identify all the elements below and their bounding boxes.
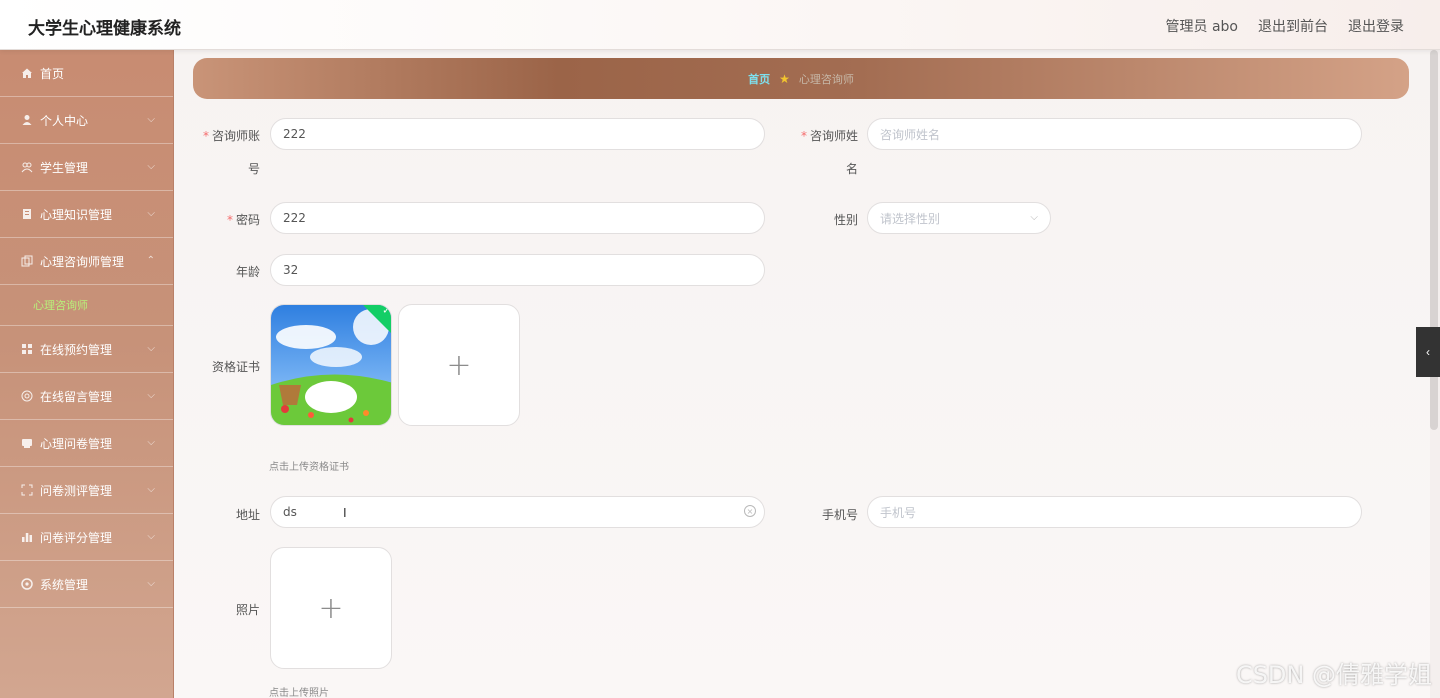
- user-icon: [20, 114, 33, 127]
- top-links: 管理员 abo 退出到前台 退出登录: [1166, 16, 1404, 36]
- gender-label: 性别: [833, 213, 858, 227]
- gender-select[interactable]: 请选择性别 ⌵: [867, 202, 1051, 234]
- breadcrumb-current: 心理咨询师: [798, 72, 854, 86]
- sidebar-item-label: 问卷测评管理: [40, 483, 113, 498]
- chevron-down-icon: ⌵: [147, 114, 155, 125]
- name-input[interactable]: 咨询师姓名: [867, 118, 1362, 150]
- account-input[interactable]: 222: [270, 118, 765, 150]
- users-icon: [20, 161, 33, 174]
- phone-input[interactable]: 手机号: [867, 496, 1362, 528]
- sidebar-item-profile[interactable]: 个人中心 ⌵: [0, 97, 173, 144]
- chevron-down-icon: ⌵: [147, 161, 155, 172]
- book-icon: [20, 208, 33, 221]
- text-cursor-icon: I: [343, 505, 347, 520]
- admin-label: 管理员 abo: [1165, 19, 1238, 35]
- photo-upload-button[interactable]: +: [270, 547, 392, 669]
- chevron-down-icon: ⌵: [147, 484, 155, 495]
- name-label-wrap: 名: [845, 162, 858, 176]
- account-label: * 咨询师账: [202, 129, 260, 143]
- sidebar-item-knowledge[interactable]: 心理知识管理 ⌵: [0, 191, 173, 238]
- top-bar: 大学生心理健康系统 管理员 abo 退出到前台 退出登录: [0, 0, 1440, 50]
- sidebar-item-label: 首页: [40, 66, 65, 81]
- clipboard-icon: [20, 437, 33, 450]
- name-label: * 咨询师姓: [800, 129, 858, 143]
- cert-label: 资格证书: [211, 360, 260, 374]
- sidebar: 首页 个人中心 ⌵ 学生管理 ⌵ 心理知识管理 ⌵ 心理咨询师管理 ⌃ 心理咨询…: [0, 50, 174, 698]
- breadcrumb-home[interactable]: 首页: [748, 71, 770, 87]
- chevron-down-icon: ⌵: [147, 531, 155, 542]
- address-label: 地址: [235, 508, 260, 522]
- breadcrumb: 首页 ★ 心理咨询师: [193, 58, 1409, 99]
- main-content: 首页 ★ 心理咨询师 * 咨询师账 号 222 * 咨询师姓 名 咨询师姓名 * 密码…: [174, 50, 1430, 698]
- sidebar-item-label: 系统管理: [40, 577, 89, 592]
- plus-icon: +: [446, 347, 472, 383]
- sidebar-item-assessments[interactable]: 问卷测评管理 ⌵: [0, 467, 173, 514]
- age-label: 年龄: [235, 265, 260, 279]
- sidebar-item-counselors[interactable]: 心理咨询师管理 ⌃: [0, 238, 173, 285]
- address-input-value: ds: [283, 505, 297, 519]
- chevron-down-icon: ⌵: [147, 208, 155, 219]
- photo-label: 照片: [235, 603, 260, 617]
- watermark: CSDN @倩雅学姐: [1235, 661, 1432, 689]
- chevron-down-icon: ⌵: [147, 578, 155, 589]
- sidebar-item-label: 心理问卷管理: [40, 436, 113, 451]
- account-label-wrap: 号: [247, 162, 260, 176]
- sidebar-item-home[interactable]: 首页: [0, 50, 173, 97]
- chevron-down-icon: ⌵: [1030, 212, 1038, 223]
- cert-image[interactable]: ✓: [270, 304, 392, 426]
- clear-icon[interactable]: ×: [744, 505, 756, 517]
- sidebar-item-label: 学生管理: [40, 160, 89, 175]
- sidebar-item-label: 在线留言管理: [40, 389, 113, 404]
- chart-icon: [20, 531, 33, 544]
- chevron-up-icon: ⌃: [146, 255, 155, 266]
- cert-upload-button[interactable]: +: [398, 304, 520, 426]
- sidebar-item-scoring[interactable]: 问卷评分管理 ⌵: [0, 514, 173, 561]
- copy-icon: [20, 255, 33, 268]
- plus-icon: +: [318, 590, 344, 626]
- sidebar-item-system[interactable]: 系统管理 ⌵: [0, 561, 173, 608]
- chevron-down-icon: ⌵: [147, 390, 155, 401]
- chevron-down-icon: ⌵: [147, 343, 155, 354]
- sidebar-item-label: 个人中心: [40, 113, 89, 128]
- chevron-left-icon: ‹: [1426, 345, 1430, 359]
- password-label: * 密码: [226, 213, 260, 227]
- phone-label: 手机号: [821, 508, 858, 522]
- sidebar-item-appointments[interactable]: 在线预约管理 ⌵: [0, 326, 173, 373]
- settings-icon: [20, 578, 33, 591]
- expand-icon: [20, 484, 33, 497]
- back-to-front-link[interactable]: 退出到前台: [1258, 16, 1328, 36]
- grid-icon: [20, 343, 33, 356]
- star-icon: ★: [779, 71, 790, 86]
- age-input[interactable]: 32: [270, 254, 765, 286]
- sidebar-subitem-counselor[interactable]: 心理咨询师: [0, 285, 173, 326]
- photo-upload-hint: 点击上传照片: [269, 688, 329, 698]
- sidebar-item-label: 在线预约管理: [40, 342, 113, 357]
- sidebar-item-label: 心理咨询师管理: [40, 254, 125, 269]
- sidebar-item-students[interactable]: 学生管理 ⌵: [0, 144, 173, 191]
- sidebar-item-label: 心理知识管理: [40, 207, 113, 222]
- chat-icon: [20, 390, 33, 403]
- sidebar-item-label: 问卷评分管理: [40, 530, 113, 545]
- logout-link[interactable]: 退出登录: [1348, 16, 1404, 36]
- home-icon: [20, 67, 33, 80]
- gender-select-value: 请选择性别: [880, 211, 941, 226]
- sidebar-item-messages[interactable]: 在线留言管理 ⌵: [0, 373, 173, 420]
- cert-upload-hint: 点击上传资格证书: [269, 462, 349, 473]
- sidebar-item-questionnaires[interactable]: 心理问卷管理 ⌵: [0, 420, 173, 467]
- chevron-down-icon: ⌵: [147, 437, 155, 448]
- collapse-tab-button[interactable]: ‹: [1416, 327, 1440, 377]
- password-input[interactable]: 222: [270, 202, 765, 234]
- app-title: 大学生心理健康系统: [28, 19, 181, 39]
- cert-image-picture: [271, 305, 391, 425]
